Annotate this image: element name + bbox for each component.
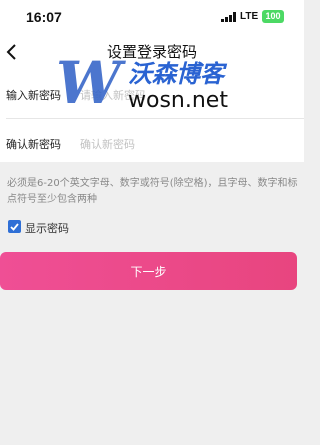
show-password-checkbox[interactable] — [8, 220, 21, 233]
next-button[interactable]: 下一步 — [0, 252, 297, 290]
signal-icon — [221, 12, 236, 22]
row-divider — [6, 118, 304, 119]
status-time: 16:07 — [26, 9, 62, 25]
password-rule-hint: 必须是6-20个英文字母、数字或符号(除空格)，且字母、数字和标点符号至少包含两… — [7, 178, 298, 205]
new-password-label: 输入新密码 — [6, 89, 61, 102]
confirm-password-row: 确认新密码 — [0, 121, 304, 167]
show-password-label: 显示密码 — [25, 222, 69, 235]
new-password-input[interactable] — [80, 84, 294, 106]
network-type: LTE — [240, 11, 259, 22]
confirm-password-label: 确认新密码 — [6, 138, 61, 151]
battery-icon: 100 — [262, 10, 284, 23]
page-title: 设置登录密码 — [106, 43, 197, 61]
status-bar: 16:07 LTE 100 — [0, 0, 304, 34]
new-password-row: 输入新密码 — [0, 72, 304, 118]
check-icon — [10, 223, 19, 231]
confirm-password-input[interactable] — [80, 133, 294, 155]
